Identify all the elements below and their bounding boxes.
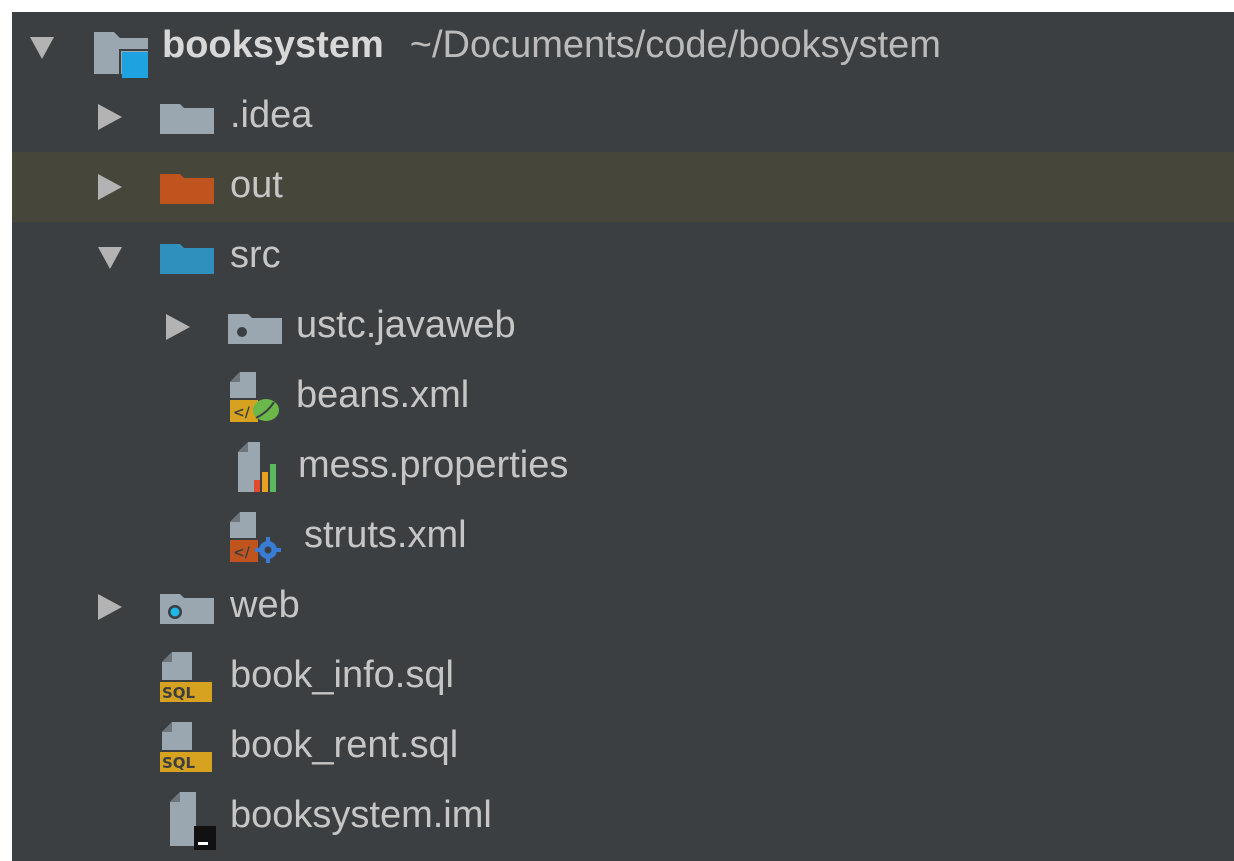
tree-row-mess-properties[interactable]: mess.properties [12,432,1234,502]
root-name: booksystem [162,24,384,66]
struts-xml-file-icon: </ [226,510,286,566]
tree-row-booksystem-iml[interactable]: booksystem.iml [12,782,1234,852]
svg-text:SQL: SQL [162,754,196,772]
tree-item-label: .idea [230,94,313,136]
tree-item-label: ustc.javaweb [296,304,516,346]
web-folder-icon [160,594,214,624]
svg-text:SQL: SQL [162,684,196,702]
svg-text:</: </ [233,405,251,421]
expand-arrow-icon[interactable] [98,247,122,269]
expand-arrow-icon[interactable] [98,104,122,130]
svg-text:</: </ [233,545,251,561]
tree-row-web[interactable]: web [12,572,1234,642]
sql-file-icon: SQL [158,650,218,706]
tree-item-label: book_info.sql [230,654,454,696]
tree-item-label: beans.xml [296,374,470,416]
expand-arrow-icon[interactable] [98,174,122,200]
root-label: booksystem ~/Documents/code/booksystem [162,26,941,64]
expand-arrow-icon[interactable] [30,37,54,59]
tree-row-ustc-javaweb[interactable]: ustc.javaweb [12,292,1234,362]
root-path: ~/Documents/code/booksystem [409,24,941,66]
tree-row-out[interactable]: out [12,152,1234,222]
tree-row-src[interactable]: src [12,222,1234,292]
project-tree-panel: booksystem ~/Documents/code/booksystem .i… [12,12,1234,861]
tree-item-label: web [230,584,300,626]
spring-xml-file-icon: </ [226,370,286,426]
tree-row-struts-xml[interactable]: </ struts.xml [12,502,1234,572]
tree-item-label: booksystem.iml [230,794,492,836]
tree-row-idea[interactable]: .idea [12,82,1234,152]
expand-arrow-icon[interactable] [98,594,122,620]
tree-item-label: src [230,234,281,276]
expand-arrow-icon[interactable] [166,314,190,340]
properties-file-icon [234,440,294,496]
excluded-folder-icon [160,174,214,204]
tree-item-label: book_rent.sql [230,724,459,766]
module-folder-icon [94,28,154,80]
package-icon [228,314,282,344]
iml-file-icon [166,790,226,852]
tree-row-beans-xml[interactable]: </ beans.xml [12,362,1234,432]
tree-item-label: mess.properties [298,444,569,486]
tree-row-book-info-sql[interactable]: SQL book_info.sql [12,642,1234,712]
sql-file-icon: SQL [158,720,218,776]
tree-item-label: out [230,164,283,206]
source-folder-icon [160,244,214,274]
folder-icon [160,104,214,134]
tree-row-root[interactable]: booksystem ~/Documents/code/booksystem [12,12,1234,82]
tree-row-book-rent-sql[interactable]: SQL book_rent.sql [12,712,1234,782]
tree-item-label: struts.xml [304,514,467,556]
